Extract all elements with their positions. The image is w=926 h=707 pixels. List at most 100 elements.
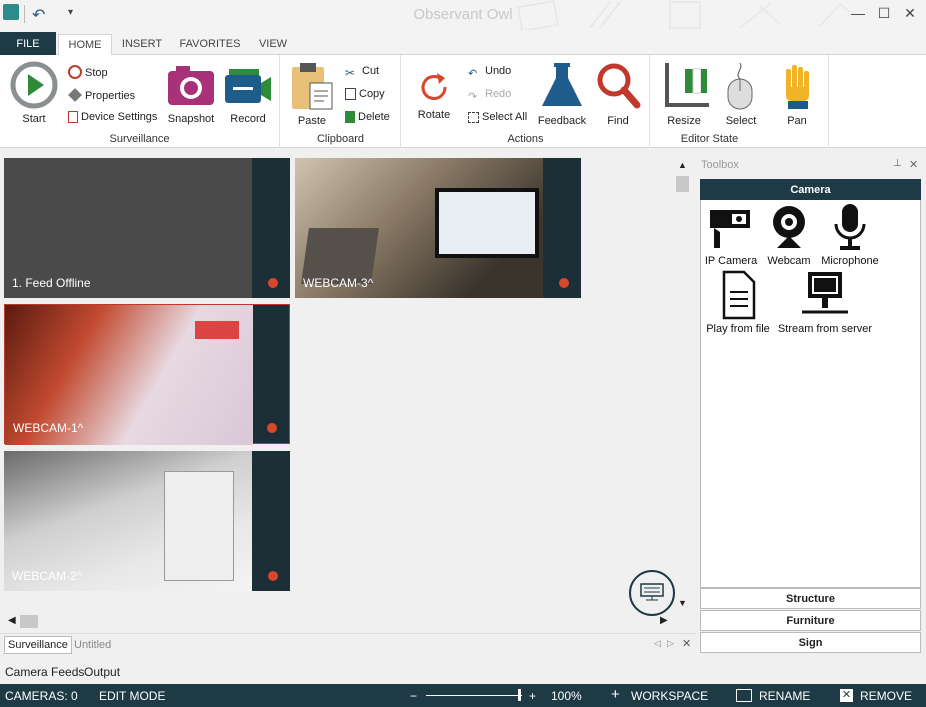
camera-tools: IP Camera Webcam Microphone Play from fi… [700,200,921,588]
video-camera-icon [225,69,271,103]
tab-home[interactable]: HOME [58,34,112,56]
checklist-icon [68,111,78,123]
delete-label: Delete [358,111,390,123]
snapshot-button[interactable]: Snapshot [164,63,218,125]
doc-tab-untitled[interactable]: Untitled [74,639,111,651]
feed-tile[interactable]: WEBCAM-2^ [4,451,290,591]
maximize-button[interactable]: ☐ [874,5,894,23]
minimize-button[interactable]: — [848,5,868,23]
scroll-up-icon[interactable]: ▲ [678,160,687,170]
record-button[interactable]: Record [222,63,274,125]
tool-webcam[interactable]: Webcam [763,202,815,267]
scissors-icon: ✂ [345,66,356,80]
resize-icon [665,63,709,107]
vertical-scrollbar[interactable]: ▲ ▼ [675,158,690,612]
zoom-slider[interactable] [426,695,522,696]
feed-tile[interactable]: WEBCAM-3^ [295,158,581,298]
record-indicator [267,423,277,433]
actions-group: Rotate ↶ Undo ↷ Redo Select All Feedback F… [402,55,650,148]
resize-button[interactable]: Resize [655,61,713,127]
tool-ip-camera[interactable]: IP Camera [703,202,759,267]
surveillance-canvas[interactable]: 1. Feed Offline WEBCAM-3^ WEBCAM-1^ WEBC… [0,156,690,632]
keyboard-button[interactable] [629,570,675,616]
start-button[interactable]: Start [6,61,62,125]
ribbon: Start Stop Properties Device Settings Sn… [0,55,926,148]
pin-icon[interactable]: ⊥ [893,158,902,169]
scroll-thumb[interactable] [676,176,689,192]
doc-tab-close-icon[interactable]: ✕ [682,637,691,650]
keyboard-icon [640,583,664,601]
status-bar: CAMERAS: 0 EDIT MODE − + 100% + WORKSPAC… [0,684,926,707]
pan-button[interactable]: Pan [775,61,819,127]
category-structure[interactable]: Structure [700,588,921,609]
doc-tab-prev-icon[interactable]: ◁ [654,638,661,649]
doc-tab-surveillance[interactable]: Surveillance [4,636,72,654]
zoom-out-button[interactable]: − [410,689,417,703]
cut-label: Cut [362,65,380,77]
record-indicator [268,571,278,581]
zoom-level: 100% [551,689,582,703]
feedback-button[interactable]: Feedback [536,61,588,127]
toolbox-close-icon[interactable]: ✕ [909,158,918,171]
hand-icon [786,65,809,109]
rename-icon[interactable] [736,689,752,702]
category-sign[interactable]: Sign [700,632,921,653]
redo-button[interactable]: ↷ Redo [468,88,511,104]
tool-play-from-file[interactable]: Play from file [703,270,773,335]
scroll-right-icon[interactable]: ▶ [660,615,668,626]
tool-microphone[interactable]: Microphone [819,202,881,267]
undo-button[interactable]: ↶ Undo [468,65,511,81]
workspace-button[interactable]: WORKSPACE [631,689,708,703]
start-label: Start [22,113,46,125]
zoom-in-button[interactable]: + [529,689,536,703]
tab-view[interactable]: VIEW [252,34,294,55]
category-camera[interactable]: Camera [700,179,921,200]
feed-tile[interactable]: 1. Feed Offline [4,158,290,298]
find-button[interactable]: Find [592,61,644,127]
redo-label: Redo [485,88,512,100]
paste-button[interactable]: Paste [287,61,337,127]
rotate-button[interactable]: Rotate [412,69,456,121]
feedback-label: Feedback [537,115,587,127]
flask-icon [542,63,582,106]
tab-file[interactable]: FILE [0,32,56,55]
device-settings-button[interactable]: Device Settings [68,111,157,123]
select-all-button[interactable]: Select All [468,111,527,123]
record-indicator [559,278,569,288]
toolbox-title: Toolbox [701,159,739,171]
power-icon [68,65,82,79]
ip-camera-icon [710,210,750,248]
paste-icon [292,63,333,110]
scroll-down-icon[interactable]: ▼ [678,598,687,608]
document-tabs: Surveillance Untitled ◁ ▷ ✕ [0,633,696,655]
stop-button[interactable]: Stop [68,65,108,79]
select-all-label: Select All [482,111,528,123]
microphone-icon [834,204,866,250]
hscroll-thumb[interactable] [20,615,38,628]
zoom-slider-thumb[interactable] [518,689,521,701]
close-button[interactable]: ✕ [900,5,920,23]
remove-button[interactable]: REMOVE [860,689,912,703]
copy-button[interactable]: Copy [345,88,385,100]
tool-stream-from-server[interactable]: Stream from server [775,270,875,335]
category-furniture[interactable]: Furniture [700,610,921,631]
rename-button[interactable]: RENAME [759,689,810,703]
scroll-left-icon[interactable]: ◀ [8,615,16,626]
properties-button[interactable]: Properties [68,88,135,102]
tab-insert[interactable]: INSERT [116,34,168,55]
select-button[interactable]: Select [717,61,765,127]
webcam-label: Webcam [767,255,811,267]
cut-button[interactable]: ✂ Cut [345,65,379,80]
toolbox-panel: Toolbox ⊥ ✕ Camera IP Camera Webcam Micr… [699,156,924,656]
tab-favorites[interactable]: FAVORITES [174,34,246,55]
feed-tile-selected[interactable]: WEBCAM-1^ [4,304,290,445]
delete-button[interactable]: Delete [345,111,390,123]
clipboard-group-label: Clipboard [316,133,365,145]
tab-output[interactable]: Output [84,665,120,679]
horizontal-scrollbar[interactable]: ◀ ▶ [4,614,674,629]
doc-tab-next-icon[interactable]: ▷ [667,638,674,649]
copy-icon [345,88,356,100]
remove-icon[interactable]: ✕ [840,689,853,702]
plus-icon[interactable]: + [611,686,620,703]
tab-camera-feeds[interactable]: Camera Feeds [5,665,84,679]
